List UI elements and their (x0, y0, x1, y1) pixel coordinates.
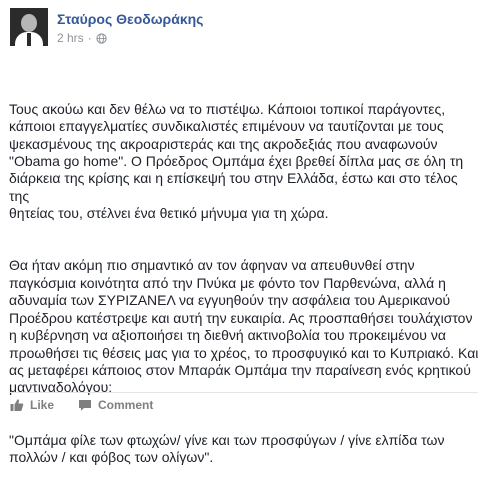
author-name[interactable]: Σταύρος Θεοδωράκης (57, 11, 203, 27)
post-actions: Like Comment (10, 396, 153, 414)
post-time-row: 2 hrs · (57, 31, 203, 45)
post-body: Τους ακούω και δεν θέλω να το πιστέψω. Κ… (9, 66, 481, 501)
post-paragraph-3: "Ομπάμα φίλε των φτωχών/ γίνε και των πρ… (9, 431, 445, 465)
thumbs-up-icon (10, 399, 24, 411)
speech-bubble-icon (79, 400, 92, 411)
globe-icon[interactable] (96, 32, 107, 44)
avatar[interactable] (10, 8, 48, 46)
post-paragraph-2: Θα ήταν ακόμη πιο σημαντικό αν τον άφηνα… (9, 257, 479, 396)
post-meta: Σταύρος Θεοδωράκης 2 hrs · (57, 8, 203, 46)
facebook-post: Σταύρος Θεοδωράκης 2 hrs · Τους ακούω κα… (0, 0, 487, 465)
post-timestamp[interactable]: 2 hrs (57, 31, 84, 45)
comment-button[interactable]: Comment (78, 396, 153, 414)
like-button[interactable]: Like (10, 396, 54, 414)
post-header: Σταύρος Θεοδωράκης 2 hrs · (10, 8, 203, 46)
separator-dot: · (87, 31, 92, 45)
comment-label: Comment (98, 398, 154, 412)
post-paragraph-1: Τους ακούω και δεν θέλω να το πιστέψω. Κ… (9, 100, 464, 222)
divider (9, 392, 478, 393)
like-label: Like (30, 398, 55, 412)
